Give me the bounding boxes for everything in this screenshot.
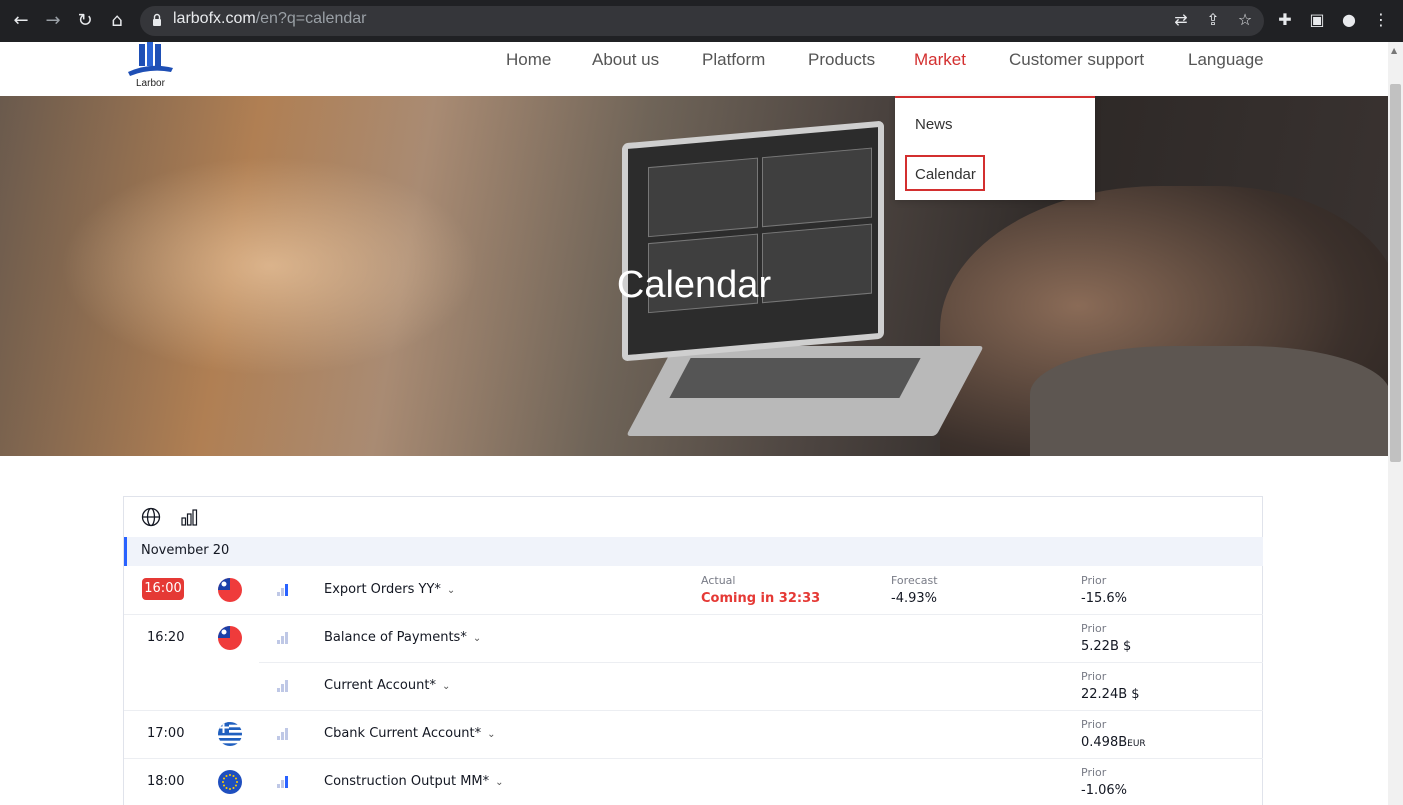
economic-calendar-widget: November 20 16:00 Export Orders YY* ⌄ Act… <box>123 496 1263 805</box>
prior-label: Prior <box>1081 574 1107 587</box>
browser-toolbar: ← → ↻ ⌂ larbofx.com/en?q=calendar ⇄ ⇪ ☆ … <box>0 0 1403 42</box>
event-name-text: Construction Output MM* <box>324 774 490 789</box>
prior-label: Prior <box>1081 766 1107 779</box>
event-name[interactable]: Export Orders YY* ⌄ <box>324 582 455 597</box>
prior-label: Prior <box>1081 670 1107 683</box>
prior-number: 0.498B <box>1081 735 1128 750</box>
calendar-row[interactable]: 16:00 Export Orders YY* ⌄ Actual Coming i… <box>124 566 1263 614</box>
chevron-down-icon[interactable]: ⌄ <box>447 585 455 596</box>
date-header: November 20 <box>124 537 1263 566</box>
chevron-down-icon[interactable]: ⌄ <box>442 681 450 692</box>
prior-label: Prior <box>1081 718 1107 731</box>
actual-label: Actual <box>701 574 736 587</box>
scrollbar-thumb[interactable] <box>1390 84 1401 462</box>
extensions-icon[interactable]: ✚ <box>1274 9 1296 31</box>
prior-value: -1.06% <box>1081 783 1127 798</box>
nav-market[interactable]: Market <box>914 50 966 70</box>
side-panel-icon[interactable]: ▣ <box>1306 9 1328 31</box>
importance-bars-icon[interactable] <box>179 507 199 527</box>
event-name[interactable]: Cbank Current Account* ⌄ <box>324 726 496 741</box>
taiwan-flag-icon <box>218 626 242 650</box>
prior-value: 5.22B $ <box>1081 639 1132 654</box>
importance-low-icon <box>277 584 289 596</box>
nav-about-us[interactable]: About us <box>592 50 659 70</box>
nav-customer-support[interactable]: Customer support <box>1009 50 1144 70</box>
prior-label: Prior <box>1081 622 1107 635</box>
chevron-down-icon[interactable]: ⌄ <box>473 633 481 644</box>
url-path: /en?q=calendar <box>255 10 367 27</box>
prior-value: 0.498BEUR <box>1081 735 1146 750</box>
back-arrow-icon[interactable]: ← <box>8 8 34 34</box>
event-name-text: Export Orders YY* <box>324 582 441 597</box>
event-time: 18:00 <box>147 774 185 789</box>
chevron-down-icon[interactable]: ⌄ <box>495 777 503 788</box>
importance-low-icon <box>277 680 289 692</box>
prior-value: 22.24B $ <box>1081 687 1140 702</box>
dropdown-item-news[interactable]: News <box>915 116 953 133</box>
event-name-text: Cbank Current Account* <box>324 726 482 741</box>
event-time: 16:20 <box>147 630 185 645</box>
actual-countdown: Coming in 32:33 <box>701 591 821 606</box>
eu-flag-icon <box>218 770 242 794</box>
calendar-row[interactable]: 18:00 Construction Output MM* ⌄ Prior -1.… <box>124 758 1263 805</box>
chevron-down-icon[interactable]: ⌄ <box>487 729 495 740</box>
hero-banner: Calendar <box>0 96 1388 456</box>
calendar-row[interactable]: 17:00 Cbank Current Account* ⌄ Prior 0.49… <box>124 710 1263 758</box>
reload-icon[interactable]: ↻ <box>72 8 98 34</box>
laptop-keyboard-image <box>669 358 921 398</box>
nav-platform[interactable]: Platform <box>702 50 765 70</box>
calendar-highlight-box <box>905 155 985 191</box>
prior-value: -15.6% <box>1081 591 1127 606</box>
calendar-row[interactable]: 16:20 Balance of Payments* ⌄ Prior 5.22B … <box>124 614 1263 662</box>
logo-text: Larbor <box>136 78 165 89</box>
lock-icon <box>153 13 161 26</box>
star-icon[interactable]: ☆ <box>1234 9 1256 31</box>
chart-panel <box>762 147 872 228</box>
hero-title: Calendar <box>616 264 772 306</box>
url-host: larbofx.com <box>173 10 256 27</box>
home-icon[interactable]: ⌂ <box>104 8 130 34</box>
importance-low-icon <box>277 776 289 788</box>
url-text[interactable]: larbofx.com/en?q=calendar <box>173 10 366 28</box>
greece-flag-icon <box>218 722 242 746</box>
translate-icon[interactable]: ⇄ <box>1170 9 1192 31</box>
importance-low-icon <box>277 632 289 644</box>
taiwan-flag-icon <box>218 578 242 602</box>
event-time-badge: 16:00 <box>142 578 184 600</box>
event-name[interactable]: Current Account* ⌄ <box>324 678 450 693</box>
share-icon[interactable]: ⇪ <box>1202 9 1224 31</box>
date-label: November 20 <box>141 543 230 558</box>
globe-icon[interactable] <box>141 507 161 527</box>
scroll-up-arrow-icon[interactable]: ▲ <box>1391 46 1397 55</box>
event-name-text: Balance of Payments* <box>324 630 467 645</box>
forecast-value: -4.93% <box>891 591 937 606</box>
nav-products[interactable]: Products <box>808 50 875 70</box>
forward-arrow-icon[interactable]: → <box>40 8 66 34</box>
importance-low-icon <box>277 728 289 740</box>
site-header: Larbor Home About us Platform Products M… <box>0 42 1388 96</box>
profile-icon[interactable]: ● <box>1338 9 1360 31</box>
event-name-text: Current Account* <box>324 678 436 693</box>
hero-shirt-image <box>1030 346 1388 456</box>
forecast-label: Forecast <box>891 574 938 587</box>
prior-currency: EUR <box>1127 739 1146 749</box>
more-icon[interactable]: ⋮ <box>1370 9 1392 31</box>
nav-language[interactable]: Language <box>1188 50 1264 70</box>
laptop-screen-image <box>622 120 884 362</box>
nav-home[interactable]: Home <box>506 50 551 70</box>
calendar-row[interactable]: Current Account* ⌄ Prior 22.24B $ <box>124 662 1263 710</box>
chart-panel <box>648 157 758 238</box>
event-name[interactable]: Construction Output MM* ⌄ <box>324 774 504 789</box>
event-time: 17:00 <box>147 726 185 741</box>
event-name[interactable]: Balance of Payments* ⌄ <box>324 630 481 645</box>
